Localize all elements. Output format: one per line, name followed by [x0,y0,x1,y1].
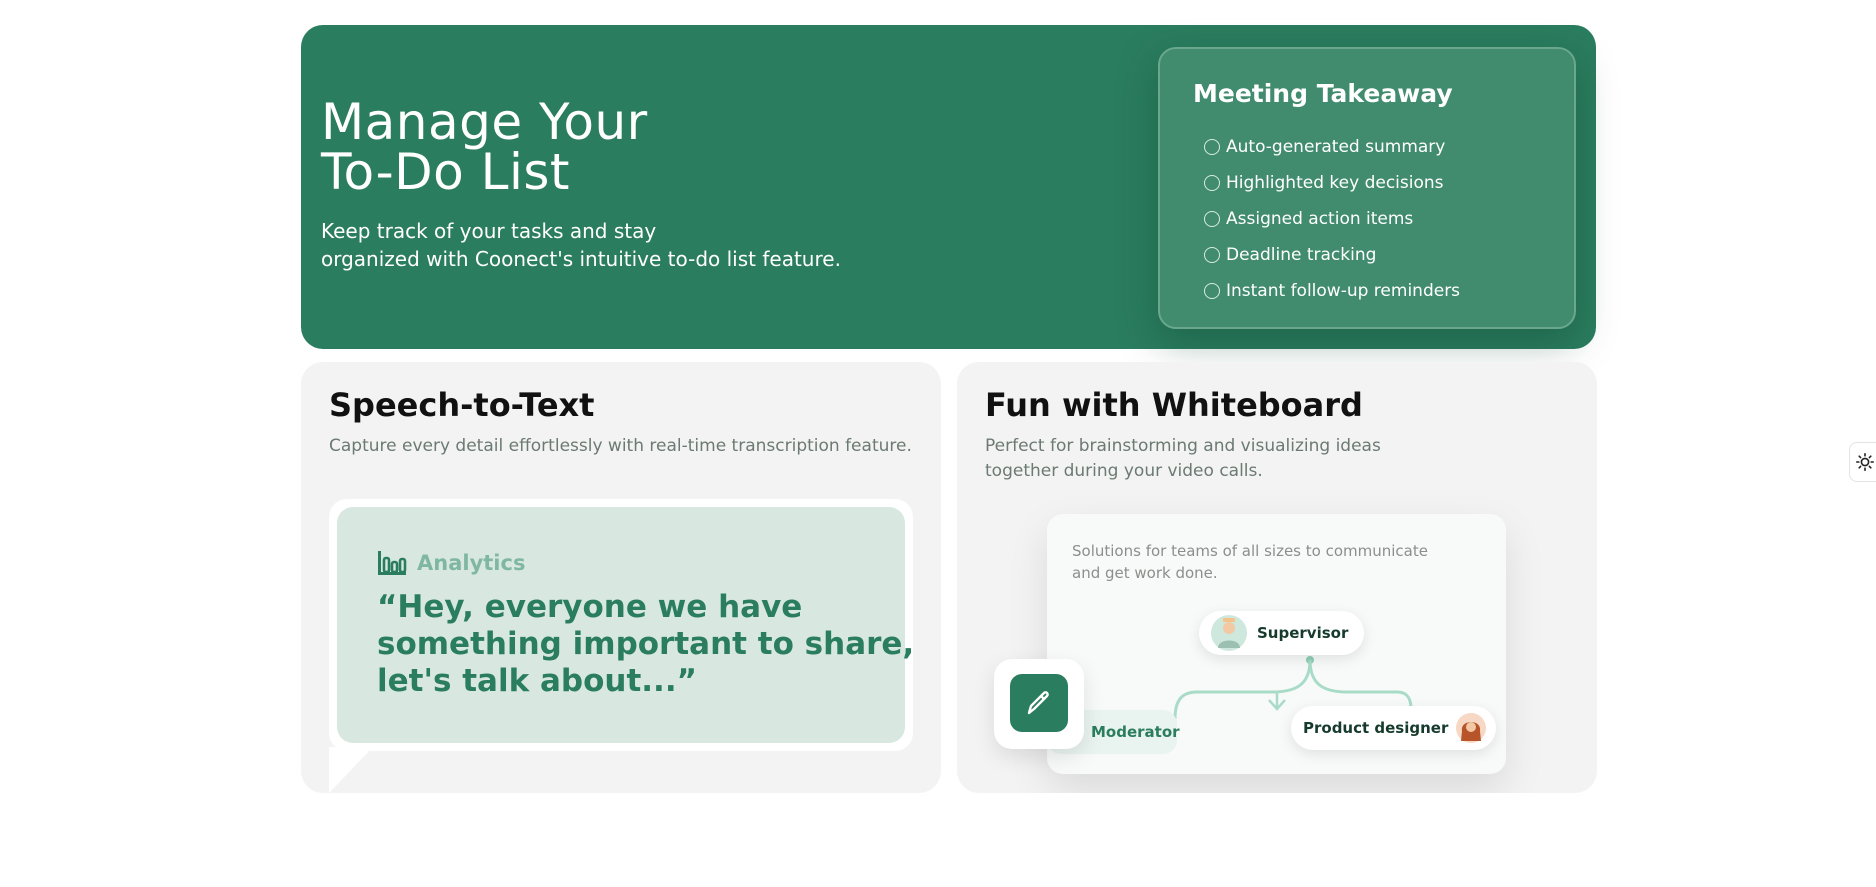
circle-icon[interactable] [1204,283,1220,299]
analytics-label: Analytics [417,551,526,575]
hero-title: Manage Your To-Do List [321,97,648,197]
quote-line3: let's talk about...” [377,663,697,699]
sun-icon [1856,453,1874,471]
meeting-takeaway-card: Meeting Takeaway Auto-generated summary … [1158,47,1576,329]
speech-bubble: Analytics “Hey, everyone we have somethi… [329,499,915,751]
whiteboard-card-description: Perfect for brainstorming and visualizin… [985,434,1381,484]
takeaway-item[interactable]: Instant follow-up reminders [1204,273,1460,309]
speech-bubble-inner: Analytics “Hey, everyone we have somethi… [337,507,915,743]
circle-icon[interactable] [1204,139,1220,155]
analytics-header: Analytics [377,549,525,577]
circle-icon[interactable] [1204,247,1220,263]
takeaway-item[interactable]: Assigned action items [1204,201,1460,237]
whiteboard-description-line2: together during your video calls. [985,461,1263,481]
speech-bubble-tail [329,747,373,793]
hero-subtitle-line1: Keep track of your tasks and stay [321,219,657,243]
moderator-label: Moderator [1091,723,1180,741]
speech-to-text-card: Speech-to-Text Capture every detail effo… [301,362,941,793]
speech-description-text: Capture every detail effortlessly with r… [329,436,912,456]
supervisor-label: Supervisor [1257,624,1349,642]
quote-line2: something important to share, [377,626,915,662]
takeaway-item[interactable]: Highlighted key decisions [1204,165,1460,201]
takeaway-item[interactable]: Auto-generated summary [1204,129,1460,165]
takeaway-list: Auto-generated summary Highlighted key d… [1204,129,1460,309]
product-designer-chip[interactable]: Product designer [1291,706,1497,750]
todo-hero-banner: Manage Your To-Do List Keep track of you… [301,25,1596,349]
bar-chart-icon [378,551,407,575]
transcription-quote: “Hey, everyone we have something importa… [377,589,915,700]
takeaway-item[interactable]: Deadline tracking [1204,237,1460,273]
hero-title-line2: To-Do List [321,143,570,201]
circle-icon[interactable] [1204,211,1220,227]
pencil-icon [1027,691,1049,715]
designer-avatar [1456,713,1487,743]
edit-tool-tile [994,659,1084,749]
quote-line1: “Hey, everyone we have [377,589,803,625]
speech-card-title: Speech-to-Text [329,386,595,424]
circle-icon[interactable] [1204,175,1220,191]
takeaway-item-label: Highlighted key decisions [1226,173,1444,193]
hero-subtitle: Keep track of your tasks and stay organi… [321,217,841,273]
takeaway-item-label: Auto-generated summary [1226,137,1446,157]
supervisor-chip[interactable]: Supervisor [1199,611,1365,655]
designer-label: Product designer [1303,719,1449,737]
edit-button[interactable] [1010,674,1068,732]
hero-title-line1: Manage Your [321,93,648,151]
page: Manage Your To-Do List Keep track of you… [0,0,1876,887]
takeaway-title: Meeting Takeaway [1193,79,1453,108]
takeaway-item-label: Instant follow-up reminders [1226,281,1461,301]
whiteboard-card: Fun with Whiteboard Perfect for brainsto… [957,362,1597,793]
speech-card-description: Capture every detail effortlessly with r… [329,434,912,459]
theme-toggle-button[interactable] [1849,442,1876,482]
person-icon [1218,618,1240,648]
hero-subtitle-line2: organized with Coonect's intuitive to-do… [321,247,841,271]
whiteboard-description-line1: Perfect for brainstorming and visualizin… [985,436,1381,456]
person-icon [1461,722,1482,741]
whiteboard-card-title: Fun with Whiteboard [985,386,1363,424]
takeaway-item-label: Assigned action items [1226,209,1414,229]
takeaway-item-label: Deadline tracking [1226,245,1377,265]
supervisor-avatar [1211,615,1247,651]
